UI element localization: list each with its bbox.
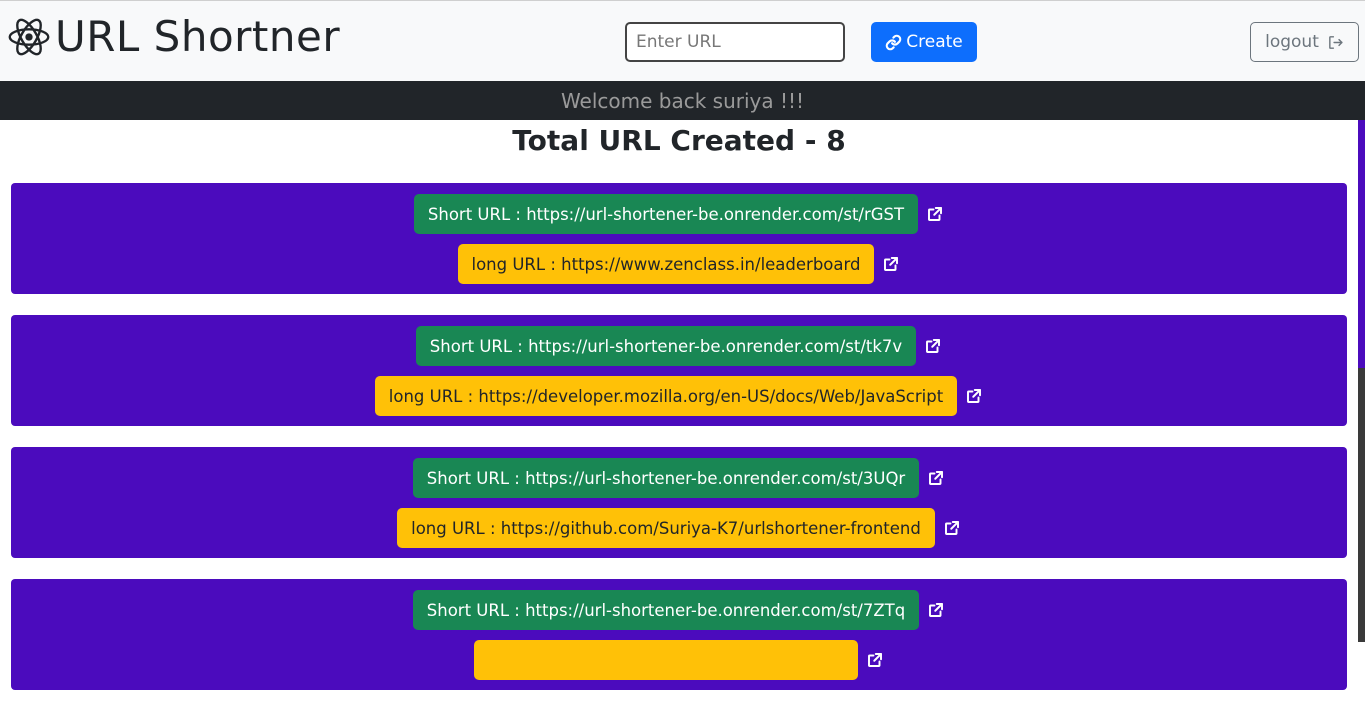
long-url-badge [474, 640, 858, 680]
url-card: Short URL : https://url-shortener-be.onr… [11, 447, 1347, 558]
total-url-title: Total URL Created - 8 [512, 124, 846, 157]
navbar: URL Shortner Create logout [0, 0, 1365, 81]
long-url-row: long URL : https://www.zenclass.in/leade… [457, 244, 901, 284]
url-card: Short URL : https://url-shortener-be.onr… [11, 315, 1347, 426]
long-url-badge: long URL : https://github.com/Suriya-K7/… [397, 508, 935, 548]
brand[interactable]: URL Shortner [7, 9, 340, 65]
long-url-row: long URL : https://developer.mozilla.org… [374, 376, 983, 416]
short-url-row: Short URL : https://url-shortener-be.onr… [412, 458, 945, 498]
short-url-row: Short URL : https://url-shortener-be.onr… [412, 590, 945, 630]
sign-out-icon [1329, 35, 1343, 49]
external-link-icon[interactable] [927, 601, 945, 619]
create-button[interactable]: Create [871, 22, 977, 62]
external-link-icon[interactable] [866, 651, 884, 669]
short-url-badge: Short URL : https://url-shortener-be.onr… [413, 194, 919, 234]
external-link-icon[interactable] [926, 205, 944, 223]
brand-name: URL Shortner [55, 12, 341, 61]
external-link-icon[interactable] [965, 387, 983, 405]
logout-button[interactable]: logout [1250, 22, 1359, 62]
external-link-icon[interactable] [882, 255, 900, 273]
url-card: Short URL : https://url-shortener-be.onr… [11, 579, 1347, 690]
long-url-row: long URL : https://github.com/Suriya-K7/… [397, 508, 961, 548]
short-url-badge: Short URL : https://url-shortener-be.onr… [415, 326, 917, 366]
short-url-row: Short URL : https://url-shortener-be.onr… [413, 194, 944, 234]
link-icon [886, 34, 902, 50]
create-label: Create [906, 32, 963, 52]
welcome-banner: Welcome back suriya !!! [0, 81, 1365, 120]
scrollbar-thumb[interactable] [1358, 368, 1365, 642]
scrollbar-upper[interactable] [1358, 120, 1365, 368]
url-card: Short URL : https://url-shortener-be.onr… [11, 183, 1347, 294]
long-url-row [474, 640, 884, 680]
short-url-badge: Short URL : https://url-shortener-be.onr… [412, 458, 920, 498]
external-link-icon[interactable] [943, 519, 961, 537]
long-url-badge: long URL : https://developer.mozilla.org… [374, 376, 958, 416]
url-input[interactable] [625, 22, 845, 62]
long-url-badge: long URL : https://www.zenclass.in/leade… [457, 244, 875, 284]
external-link-icon[interactable] [924, 337, 942, 355]
url-list: Short URL : https://url-shortener-be.onr… [11, 183, 1347, 711]
external-link-icon[interactable] [927, 469, 945, 487]
logout-label: logout [1265, 32, 1319, 52]
react-atom-icon [8, 18, 50, 56]
short-url-badge: Short URL : https://url-shortener-be.onr… [412, 590, 920, 630]
short-url-row: Short URL : https://url-shortener-be.onr… [415, 326, 942, 366]
